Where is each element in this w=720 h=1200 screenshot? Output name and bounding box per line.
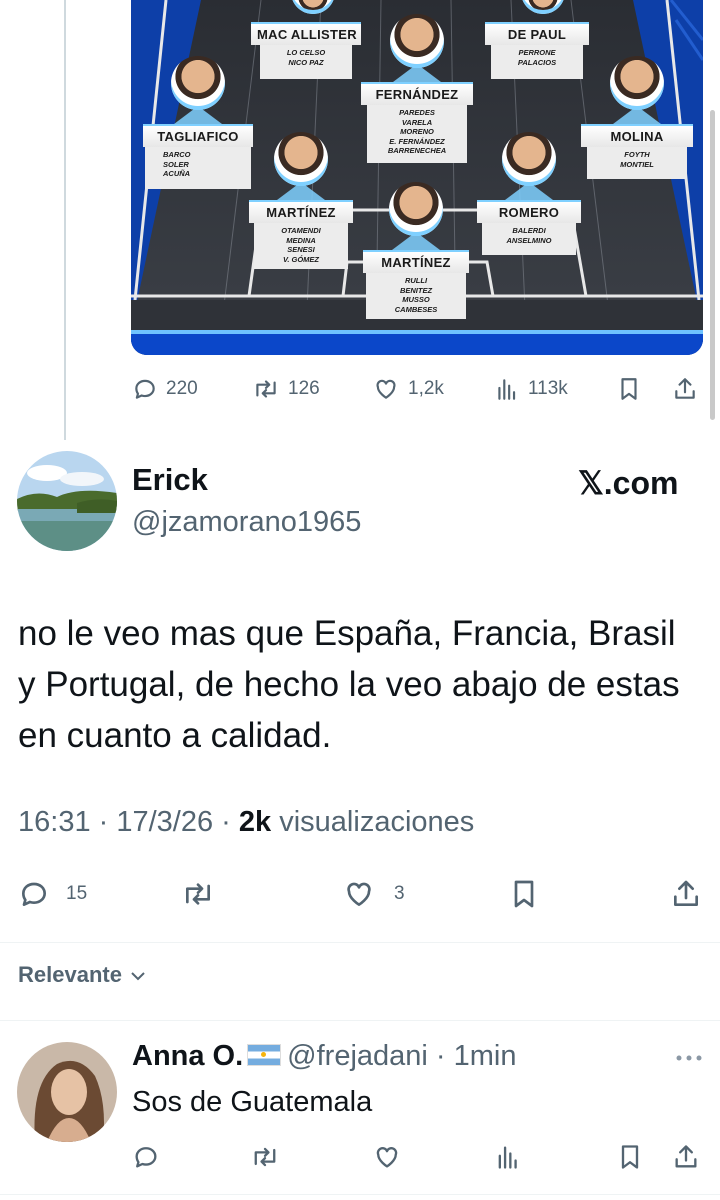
player-subs: BALERDI ANSELMINO	[482, 223, 576, 255]
sort-label: Relevante	[18, 962, 122, 987]
repost-button[interactable]: 126	[252, 376, 320, 402]
x-com-brand: 𝕏.com	[578, 465, 679, 501]
share-icon[interactable]	[672, 376, 698, 402]
like-button[interactable]: 3	[342, 878, 405, 910]
lineup-image[interactable]: MAC ALLISTER LO CELSO NICO PAZ DE PAUL P…	[131, 0, 703, 355]
player-card-mac-allister: MAC ALLISTER LO CELSO NICO PAZ	[251, 22, 361, 79]
player-name: MAC ALLISTER	[251, 22, 361, 45]
thread-line	[64, 0, 66, 440]
reply-count: 15	[66, 883, 88, 904]
player-name: TAGLIAFICO	[143, 124, 253, 147]
tweet-time: 16:31	[18, 806, 91, 838]
player-subs: RULLI BENITEZ MUSSO CAMBESES	[366, 273, 466, 319]
heart-icon	[347, 882, 371, 906]
player-photo	[610, 56, 664, 110]
bookmark-icon[interactable]	[616, 1143, 644, 1171]
sort-dropdown[interactable]: Relevante	[18, 962, 146, 988]
player-name: FERNÁNDEZ	[361, 82, 473, 105]
tweet-text: no le veo mas que España, Francia, Brasi…	[18, 614, 680, 755]
player-subs: FOYTH MONTIEL	[587, 147, 687, 179]
reply-avatar[interactable]	[17, 1042, 117, 1142]
reply-icon	[135, 379, 155, 399]
player-subs: BARCO SOLER ACUÑA	[145, 147, 251, 189]
reply-text: Sos de Guatemala	[132, 1086, 373, 1118]
player-name: DE PAUL	[485, 22, 589, 45]
views-icon	[498, 379, 516, 400]
player-partial-head	[521, 0, 565, 14]
reply-count: 220	[166, 378, 198, 399]
repost-icon[interactable]	[180, 878, 216, 910]
divider	[0, 942, 720, 943]
bookmark-icon[interactable]	[616, 376, 642, 402]
reply-time: 1min	[453, 1040, 517, 1072]
player-photo	[389, 182, 443, 236]
reply-icon[interactable]	[132, 1143, 160, 1171]
reply-handle[interactable]: @frejadani	[287, 1040, 428, 1072]
player-subs: PAREDES VARELA MORENO E. FERNÁNDEZ BARRE…	[367, 105, 467, 163]
more-options-icon[interactable]	[676, 1054, 702, 1062]
divider	[0, 1020, 720, 1021]
player-name: MARTÍNEZ	[363, 250, 469, 273]
share-icon[interactable]	[670, 878, 702, 910]
player-photo	[390, 14, 444, 68]
player-name: MOLINA	[581, 124, 693, 147]
like-count: 3	[394, 883, 405, 904]
reply-author-name[interactable]: Anna O.	[132, 1040, 243, 1072]
tweet-meta: 16:31 · 17/3/26 · 2k visualizaciones	[18, 806, 475, 838]
views-count: 113k	[528, 378, 568, 399]
quoted-action-bar: 220 126 1,2k 113k	[132, 372, 702, 406]
reply-button[interactable]: 220	[132, 376, 198, 402]
player-subs: LO CELSO NICO PAZ	[260, 45, 352, 79]
heart-icon[interactable]	[372, 1143, 402, 1171]
player-name: MARTÍNEZ	[249, 200, 353, 223]
argentina-flag-icon	[247, 1044, 282, 1067]
views-number: 2k	[238, 806, 272, 838]
tweet-action-bar: 15 3	[18, 876, 708, 912]
player-card-romero: ROMERO BALERDI ANSELMINO	[477, 132, 581, 255]
player-card-tagliafico: TAGLIAFICO BARCO SOLER ACUÑA	[143, 56, 253, 189]
tweet-date: 17/3/26	[116, 806, 214, 838]
avatar[interactable]	[17, 451, 117, 551]
repost-icon	[256, 380, 276, 398]
player-card-martinez-otamendi: MARTÍNEZ OTAMENDI MEDINA SENESI V. GÓMEZ	[249, 132, 353, 269]
player-photo	[274, 132, 328, 186]
player-card-molina: MOLINA FOYTH MONTIEL	[581, 56, 693, 179]
share-icon[interactable]	[672, 1143, 700, 1171]
author-name[interactable]: Erick	[132, 462, 208, 498]
player-subs: OTAMENDI MEDINA SENESI V. GÓMEZ	[254, 223, 348, 269]
chevron-down-icon	[131, 972, 145, 981]
avatar-landscape-image	[17, 451, 117, 551]
like-count: 1,2k	[408, 378, 444, 399]
player-card-de-paul: DE PAUL PERRONE PALACIOS	[485, 22, 589, 79]
player-subs: PERRONE PALACIOS	[491, 45, 583, 79]
divider	[0, 1194, 720, 1195]
author-handle[interactable]: @jzamorano1965	[132, 506, 361, 539]
player-photo	[171, 56, 225, 110]
views-button[interactable]: 113k	[494, 376, 568, 402]
scrollbar[interactable]	[710, 110, 715, 420]
repost-icon[interactable]	[250, 1143, 280, 1171]
avatar-portrait-image	[17, 1042, 117, 1142]
player-partial-head	[291, 0, 335, 14]
separator-dot: ·	[427, 1040, 454, 1072]
reply-icon	[22, 882, 46, 906]
player-name: ROMERO	[477, 200, 581, 223]
views-icon[interactable]	[494, 1143, 522, 1171]
player-card-fernandez: FERNÁNDEZ PAREDES VARELA MORENO E. FERNÁ…	[361, 14, 473, 163]
like-button[interactable]: 1,2k	[372, 376, 444, 402]
reply-button[interactable]: 15	[18, 878, 87, 910]
player-card-martinez-goalkeeper: MARTÍNEZ RULLI BENITEZ MUSSO CAMBESES	[363, 182, 469, 319]
reply-action-bar	[132, 1142, 702, 1172]
reply-header: Anna O. @frejadani · 1min	[132, 1040, 517, 1073]
repost-count: 126	[288, 378, 320, 399]
bookmark-icon[interactable]	[508, 878, 540, 910]
heart-icon	[376, 379, 396, 399]
player-photo	[502, 132, 556, 186]
views-label: visualizaciones	[279, 806, 475, 838]
